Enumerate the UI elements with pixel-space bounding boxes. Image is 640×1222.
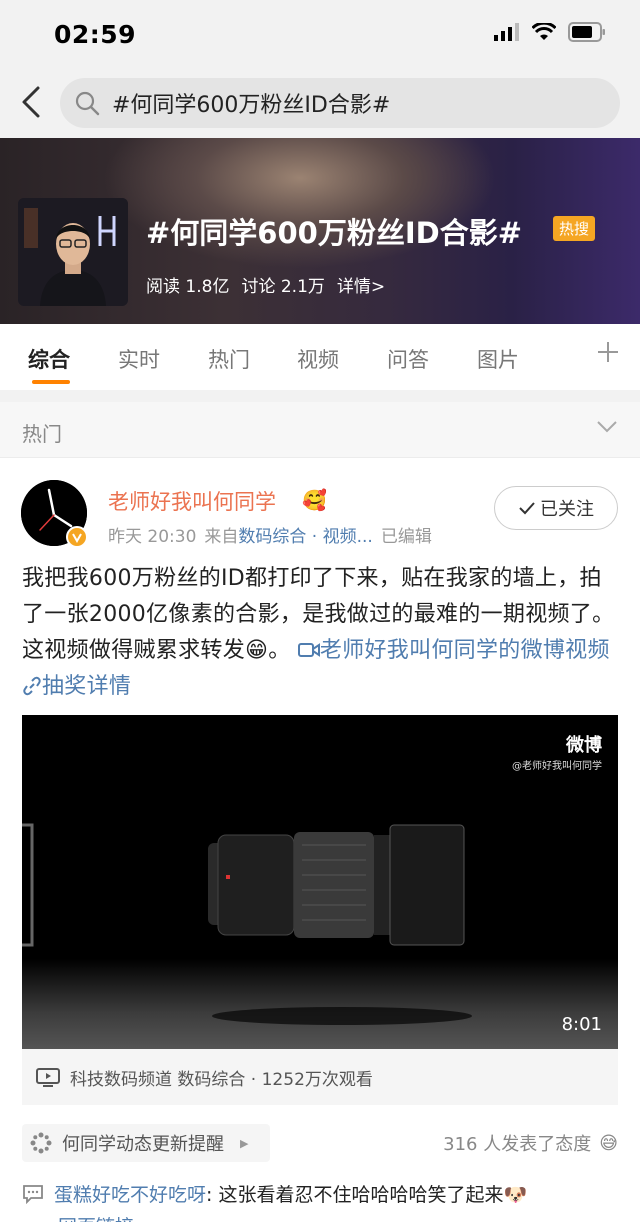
search-input[interactable]: #何同学600万粉丝ID合影# bbox=[60, 78, 620, 128]
post-body: 我把我600万粉丝的ID都打印了下来，贴在我家的墙上，拍了一张2000亿像素的合… bbox=[22, 561, 622, 705]
tv-icon bbox=[36, 1068, 60, 1087]
tab-qa[interactable]: 问答 bbox=[387, 344, 429, 374]
attitude-emoji: 😅 bbox=[599, 1132, 618, 1154]
details-link[interactable]: 详情> bbox=[337, 272, 385, 297]
read-count: 阅读 1.8亿 bbox=[146, 277, 230, 297]
user-name[interactable]: 老师好我叫何同学 bbox=[108, 486, 276, 516]
topic-stats: 阅读 1.8亿 讨论 2.1万 详情> bbox=[146, 272, 385, 297]
watermark-sub: @老师好我叫何同学 bbox=[512, 761, 602, 772]
grin-emoji: 😁 bbox=[245, 638, 269, 663]
watermark-title: 微博 bbox=[566, 735, 602, 756]
link-icon bbox=[23, 676, 41, 696]
spinner-icon bbox=[30, 1132, 52, 1154]
video-link-text: 老师好我叫何同学的微博视频 bbox=[319, 638, 610, 663]
video-source-text: 科技数码频道 数码综合 · 1252万次观看 bbox=[70, 1069, 373, 1090]
topic-title: #何同学600万粉丝ID合影# bbox=[146, 216, 522, 250]
video-player[interactable]: 微博 @老师好我叫何同学 8:01 bbox=[22, 715, 618, 1049]
divider bbox=[0, 390, 640, 402]
wifi-icon bbox=[532, 23, 556, 40]
status-icons bbox=[494, 22, 606, 42]
comment-emoji: 🐶 bbox=[503, 1184, 528, 1206]
back-button[interactable] bbox=[14, 82, 48, 122]
attitude-text: 316 人发表了态度 bbox=[443, 1134, 592, 1155]
post-source: 来自数码综合 · 视频... bbox=[204, 522, 372, 547]
attitude-count[interactable]: 316 人发表了态度 😅 bbox=[443, 1130, 618, 1156]
add-tab-icon[interactable] bbox=[596, 340, 620, 364]
post-text-end: 。 bbox=[268, 638, 291, 663]
tab-video[interactable]: 视频 bbox=[297, 344, 339, 374]
comment-icon bbox=[23, 1185, 43, 1204]
video-camera-icon bbox=[297, 643, 320, 657]
section-header[interactable]: 热门 bbox=[0, 402, 640, 458]
search-bar-row: #何同学600万粉丝ID合影# bbox=[0, 70, 640, 138]
tab-hot[interactable]: 热门 bbox=[208, 344, 250, 374]
back-arrow-icon bbox=[22, 86, 40, 118]
remind-label: 何同学动态更新提醒 bbox=[62, 1134, 224, 1155]
follow-button[interactable]: 已关注 bbox=[494, 486, 618, 530]
post-card: 老师好我叫何同学 🥰 昨天 20:30 来自数码综合 · 视频... 已编辑 已… bbox=[0, 458, 640, 1222]
active-tab-indicator bbox=[32, 380, 70, 384]
status-bar: 02:59 bbox=[0, 0, 640, 70]
comment-text: : 这张看着忍不住哈哈哈哈笑了起来 bbox=[206, 1184, 504, 1206]
weibo-watermark: 微博 @老师好我叫何同学 bbox=[512, 731, 602, 772]
comment-user[interactable]: 蛋糕好吃不好吃呀 bbox=[54, 1184, 206, 1206]
video-link[interactable]: 老师好我叫何同学的微博视频 bbox=[297, 638, 610, 663]
post-time: 昨天 20:30 bbox=[108, 527, 197, 547]
topic-avatar[interactable] bbox=[18, 198, 128, 306]
source-link[interactable]: 数码综合 · 视频... bbox=[238, 527, 372, 547]
comment-preview[interactable]: 蛋糕好吃不好吃呀: 这张看着忍不住哈哈哈哈笑了起来🐶 bbox=[22, 1180, 622, 1207]
video-source-bar[interactable]: 科技数码频道 数码综合 · 1252万次观看 bbox=[22, 1049, 618, 1105]
post-meta: 昨天 20:30 来自数码综合 · 视频... 已编辑 bbox=[108, 522, 432, 547]
lottery-link-text: 抽奖详情 bbox=[42, 674, 132, 699]
search-query: #何同学600万粉丝ID合影# bbox=[112, 93, 391, 118]
check-icon bbox=[519, 502, 535, 515]
tab-realtime[interactable]: 实时 bbox=[118, 344, 160, 374]
signal-icon bbox=[494, 23, 519, 41]
status-time: 02:59 bbox=[54, 20, 137, 49]
update-reminder-button[interactable]: 何同学动态更新提醒 ▶ bbox=[22, 1124, 270, 1162]
tab-bar: 综合 实时 热门 视频 问答 图片 bbox=[0, 324, 640, 390]
discussion-count: 讨论 2.1万 bbox=[241, 277, 325, 297]
source-prefix: 来自 bbox=[204, 527, 239, 547]
search-icon bbox=[75, 91, 100, 116]
user-emoji: 🥰 bbox=[302, 488, 327, 512]
battery-icon bbox=[568, 22, 605, 42]
hot-badge: 热搜 bbox=[553, 216, 596, 241]
edited-label: 已编辑 bbox=[380, 527, 432, 547]
tab-images[interactable]: 图片 bbox=[477, 344, 519, 374]
arrow-right-icon: ▶ bbox=[240, 1136, 249, 1150]
topic-banner: #何同学600万粉丝ID合影# 热搜 阅读 1.8亿 讨论 2.1万 详情> bbox=[0, 138, 640, 324]
section-title: 热门 bbox=[22, 422, 62, 446]
video-duration: 8:01 bbox=[561, 1014, 602, 1035]
lottery-link[interactable]: 抽奖详情 bbox=[22, 674, 131, 699]
tab-comprehensive[interactable]: 综合 bbox=[28, 344, 70, 374]
comment-link[interactable]: 网页链接 bbox=[58, 1212, 134, 1222]
person-photo-icon bbox=[18, 198, 128, 306]
follow-label: 已关注 bbox=[540, 499, 594, 520]
chevron-down-icon[interactable] bbox=[596, 420, 618, 434]
verified-badge-icon bbox=[66, 526, 88, 548]
